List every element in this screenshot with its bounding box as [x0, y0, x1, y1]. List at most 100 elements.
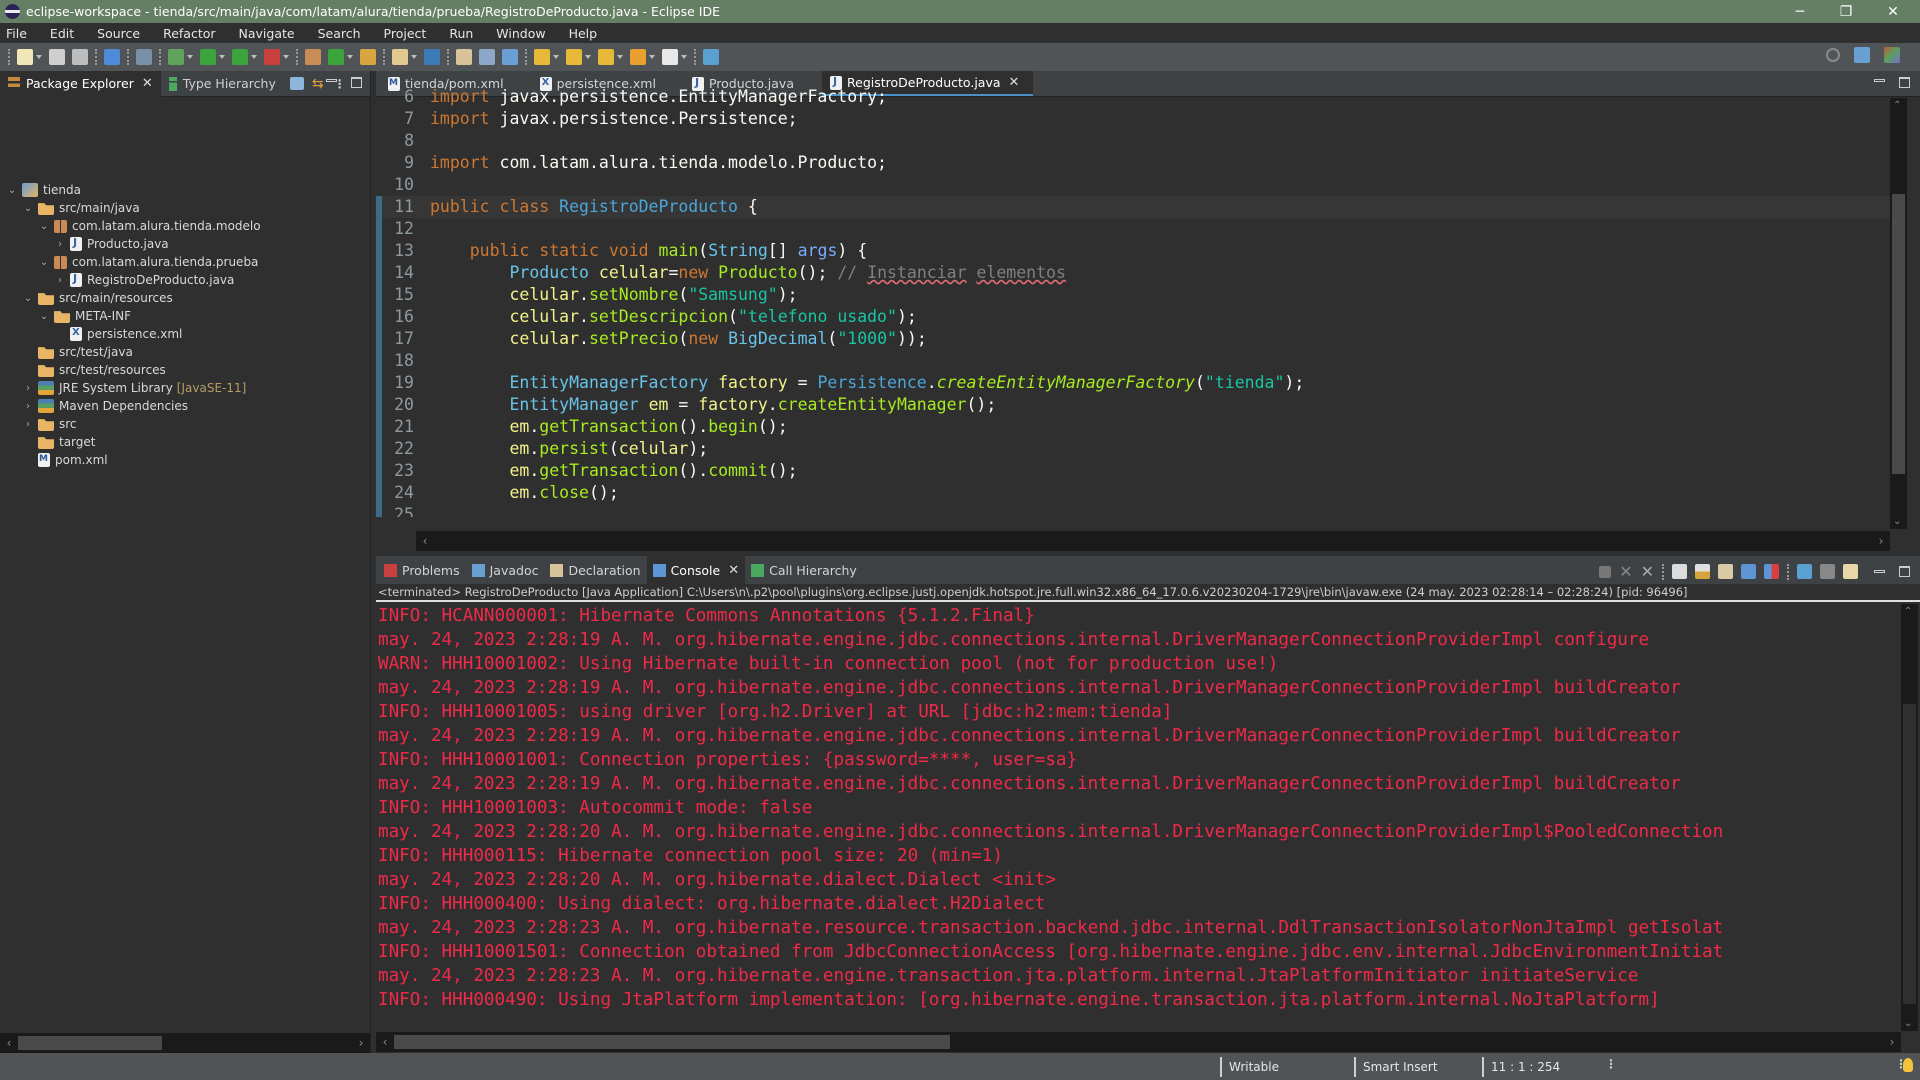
open-console-icon[interactable] — [1843, 564, 1858, 579]
scroll-thumb[interactable] — [394, 1035, 950, 1049]
status-cursor-position[interactable]: 11 : 1 : 254 — [1482, 1057, 1602, 1077]
dropdown-arrow-icon[interactable] — [187, 55, 193, 59]
new-icon[interactable] — [17, 49, 33, 65]
word-wrap-icon[interactable] — [1718, 564, 1733, 579]
remove-all-launches-icon[interactable]: ✕ — [1641, 562, 1654, 581]
forward-icon[interactable] — [662, 49, 678, 65]
close-icon[interactable]: ✕ — [728, 563, 739, 578]
scroll-up-icon[interactable]: ⌃ — [1893, 100, 1901, 111]
code-area[interactable]: 6 import javax.persistence.EntityManagerF… — [376, 86, 1891, 517]
run-icon[interactable] — [200, 49, 216, 65]
terminate-icon[interactable] — [1599, 565, 1612, 578]
tree-item[interactable]: ⌄ META-INF — [0, 307, 370, 325]
dropdown-arrow-icon[interactable] — [283, 55, 289, 59]
show-whitespace-icon[interactable] — [502, 49, 518, 65]
scroll-left-icon[interactable]: ‹ — [416, 534, 434, 548]
toggle-breadcrumb-icon[interactable] — [424, 49, 440, 65]
java-perspective-icon[interactable] — [1884, 47, 1900, 63]
chevron-down-icon[interactable]: ⌄ — [22, 293, 34, 304]
show-on-error-icon[interactable] — [1764, 564, 1779, 579]
scroll-thumb[interactable] — [18, 1036, 162, 1050]
editor-horizontal-scrollbar[interactable]: ‹ › — [416, 531, 1890, 551]
open-console-icon[interactable] — [104, 49, 120, 65]
chevron-down-icon[interactable]: ⌄ — [22, 203, 34, 214]
tree-item[interactable]: ⌄ src/main/java — [0, 199, 370, 217]
search-icon[interactable] — [1826, 48, 1840, 62]
tree-item[interactable]: › Producto.java — [0, 235, 370, 253]
tab-declaration[interactable]: Declaration — [544, 556, 646, 584]
previous-annotation-icon[interactable] — [566, 49, 582, 65]
tree-item[interactable]: ⌄ com.latam.alura.tienda.modelo — [0, 217, 370, 235]
tree-item[interactable]: src/test/java — [0, 343, 370, 361]
maximize-view-icon[interactable] — [1899, 566, 1910, 577]
maximize-view-icon[interactable] — [351, 77, 362, 88]
pin-console-icon[interactable] — [1797, 564, 1812, 579]
tab-console[interactable]: Console ✕ — [646, 556, 746, 584]
lightbulb-icon[interactable] — [1903, 1058, 1913, 1072]
dropdown-arrow-icon[interactable] — [251, 55, 257, 59]
block-selection-icon[interactable] — [479, 49, 495, 65]
tree-item[interactable]: target — [0, 433, 370, 451]
minimize-view-icon[interactable] — [326, 79, 337, 82]
tab-package-explorer[interactable]: Package Explorer ✕ — [0, 70, 161, 97]
mark-occurrences-icon[interactable] — [456, 49, 472, 65]
tab-javadoc[interactable]: Javadoc — [466, 556, 545, 584]
search-brush-icon[interactable] — [392, 49, 408, 65]
link-with-editor-icon[interactable]: ⇆ — [312, 76, 324, 92]
console-vertical-scrollbar[interactable]: ⌃ ⌄ — [1901, 604, 1918, 1031]
tree-item[interactable]: › RegistroDeProducto.java — [0, 271, 370, 289]
chevron-down-icon[interactable]: ⌄ — [38, 257, 50, 268]
dropdown-arrow-icon[interactable] — [553, 55, 559, 59]
dropdown-arrow-icon[interactable] — [411, 55, 417, 59]
save-all-icon[interactable] — [72, 49, 88, 65]
dropdown-arrow-icon[interactable] — [681, 55, 687, 59]
display-console-icon[interactable] — [1820, 564, 1835, 579]
menu-refactor[interactable]: Refactor — [163, 26, 215, 41]
scroll-right-icon[interactable]: › — [1872, 534, 1890, 548]
coverage-icon[interactable] — [232, 49, 248, 65]
dropdown-arrow-icon[interactable] — [649, 55, 655, 59]
back-icon[interactable] — [630, 49, 646, 65]
minimize-button[interactable]: ─ — [1777, 0, 1823, 23]
tree-item[interactable]: › Maven Dependencies — [0, 397, 370, 415]
console-horizontal-scrollbar[interactable]: ‹ › — [376, 1032, 1901, 1052]
chevron-right-icon[interactable]: › — [22, 383, 34, 394]
tab-call-hierarchy[interactable]: Call Hierarchy — [745, 556, 863, 584]
menu-source[interactable]: Source — [97, 26, 140, 41]
chevron-right-icon[interactable]: › — [54, 275, 66, 286]
remove-launch-icon[interactable]: ✕ — [1619, 562, 1632, 581]
last-edit-icon[interactable] — [598, 49, 614, 65]
skip-breakpoints-icon[interactable] — [136, 49, 152, 65]
chevron-down-icon[interactable]: ⌄ — [6, 185, 18, 196]
close-button[interactable]: ✕ — [1870, 0, 1916, 23]
left-horizontal-scrollbar[interactable]: ‹ › — [0, 1033, 370, 1053]
tree-item[interactable]: › src — [0, 415, 370, 433]
show-on-output-icon[interactable] — [1741, 564, 1756, 579]
scroll-left-icon[interactable]: ‹ — [376, 1035, 394, 1049]
scroll-right-icon[interactable]: › — [352, 1036, 370, 1050]
scroll-down-icon[interactable]: ⌄ — [1904, 1018, 1912, 1029]
open-type-icon[interactable] — [360, 49, 376, 65]
restore-button[interactable]: ❐ — [1823, 0, 1869, 23]
tree-item[interactable]: src/test/resources — [0, 361, 370, 379]
tree-item[interactable]: persistence.xml — [0, 325, 370, 343]
menu-run[interactable]: Run — [449, 26, 473, 41]
tab-type-hierarchy[interactable]: Type Hierarchy — [161, 71, 284, 97]
scroll-lock-icon[interactable] — [1695, 564, 1710, 579]
menu-edit[interactable]: Edit — [50, 26, 74, 41]
collapse-all-icon[interactable] — [289, 77, 304, 90]
tree-item[interactable]: ⌄ src/main/resources — [0, 289, 370, 307]
scroll-up-icon[interactable]: ⌃ — [1904, 606, 1912, 617]
pin-editor-icon[interactable] — [703, 49, 719, 65]
dropdown-arrow-icon[interactable] — [36, 55, 42, 59]
menu-search[interactable]: Search — [318, 26, 361, 41]
menu-project[interactable]: Project — [384, 26, 427, 41]
tree-item[interactable]: ⌄ com.latam.alura.tienda.prueba — [0, 253, 370, 271]
status-menu-icon[interactable]: ⋮ — [1605, 1057, 1617, 1071]
tree-item[interactable]: ⌄ tienda — [0, 181, 370, 199]
scroll-thumb[interactable] — [1903, 704, 1916, 1004]
external-tools-icon[interactable] — [264, 49, 280, 65]
chevron-down-icon[interactable]: ⌄ — [38, 221, 50, 232]
save-icon[interactable] — [49, 49, 65, 65]
status-insert-mode[interactable]: Smart Insert — [1354, 1057, 1482, 1077]
